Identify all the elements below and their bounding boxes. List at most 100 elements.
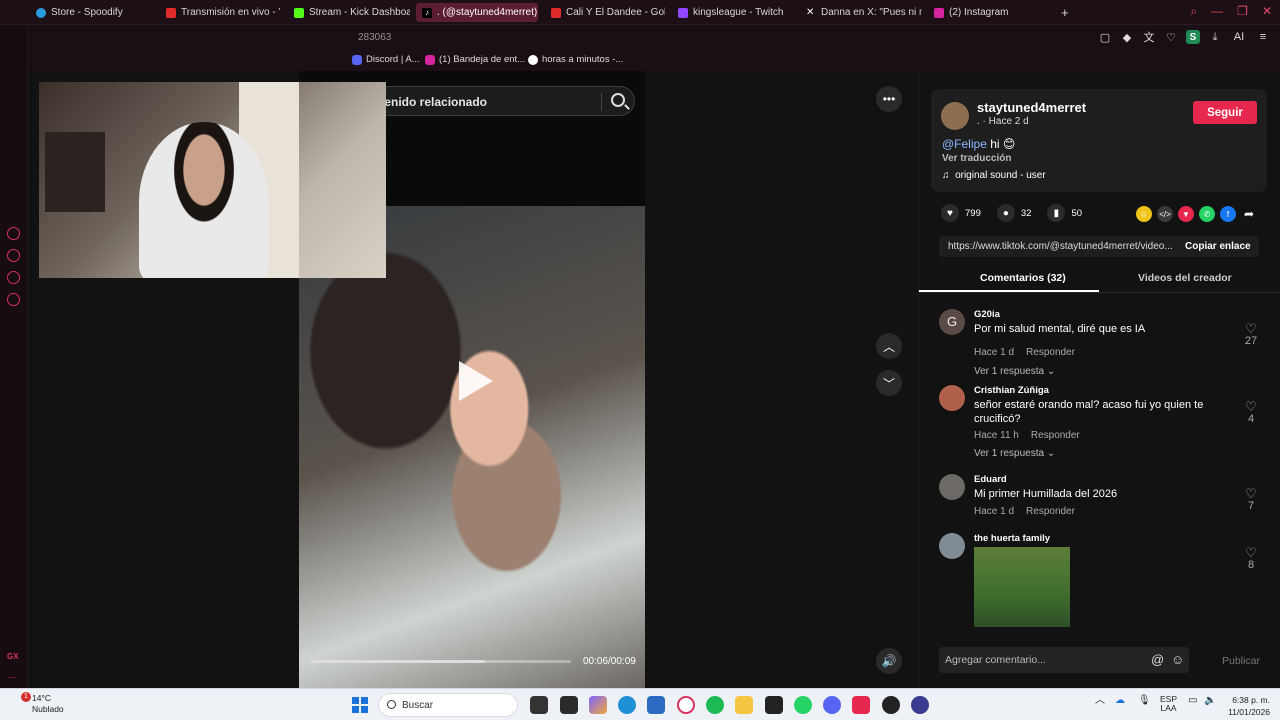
comment-like-button[interactable]: ♡ 4 bbox=[1239, 400, 1263, 425]
video-player[interactable] bbox=[299, 206, 645, 688]
tab-x[interactable]: ✕ Danna en X: "Pues ni mo bbox=[800, 3, 922, 22]
copilot-icon[interactable] bbox=[589, 696, 607, 714]
comment-avatar[interactable]: G bbox=[939, 309, 965, 335]
search-icon[interactable] bbox=[611, 93, 625, 107]
comment-image[interactable] bbox=[974, 547, 1070, 627]
translate-icon[interactable]: 文 bbox=[1142, 30, 1156, 44]
tab-tiktok[interactable]: ♪. (@staytuned4merret) | T bbox=[416, 3, 538, 22]
profile-avatar[interactable]: S bbox=[1186, 30, 1200, 44]
tab-spoodify[interactable]: Store - Spoodify bbox=[30, 3, 150, 22]
tab-comments[interactable]: Comentarios (32) bbox=[980, 272, 1066, 284]
tray-overflow-icon[interactable]: ︿ bbox=[1095, 696, 1105, 706]
view-replies-button[interactable]: Ver 1 respuesta ⌄ bbox=[974, 448, 1055, 459]
capcut-icon[interactable] bbox=[560, 696, 578, 714]
minimize-icon[interactable]: — bbox=[1211, 4, 1223, 19]
tiktok-app-icon[interactable] bbox=[852, 696, 870, 714]
close-icon[interactable]: ✕ bbox=[1262, 4, 1272, 19]
file-explorer-icon[interactable] bbox=[735, 696, 753, 714]
extensions-icon[interactable] bbox=[7, 271, 20, 284]
taskbar-search[interactable]: Buscar bbox=[378, 693, 518, 717]
like-button[interactable]: ♥ 799 bbox=[941, 204, 981, 222]
shield-icon[interactable]: ◆ bbox=[1120, 30, 1134, 44]
comment-button[interactable]: ● 32 bbox=[996, 204, 1031, 222]
comment-username[interactable]: the huerta family bbox=[974, 533, 1050, 544]
app-icon[interactable] bbox=[911, 696, 929, 714]
bookmark-hours-minutes[interactable]: horas a minutos -... bbox=[528, 54, 623, 65]
tab-kick-dashboard[interactable]: Stream - Kick Dashboard bbox=[288, 3, 410, 22]
tab-twitch[interactable]: kingsleague - Twitch bbox=[672, 3, 792, 22]
ai-button[interactable]: AI bbox=[1230, 30, 1248, 44]
mention-link[interactable]: @Felipe bbox=[942, 137, 987, 151]
sound-link[interactable]: ♫ original sound - user bbox=[942, 170, 1046, 181]
maximize-icon[interactable]: ❐ bbox=[1237, 4, 1248, 19]
gx-label[interactable]: GX bbox=[7, 652, 19, 661]
comment-like-button[interactable]: ♡ 27 bbox=[1239, 322, 1263, 347]
send-icon[interactable]: ▼ bbox=[1178, 206, 1194, 222]
new-tab-button[interactable]: + bbox=[1055, 3, 1073, 22]
previous-video-button[interactable]: ︿ bbox=[876, 333, 902, 359]
history-icon[interactable] bbox=[7, 249, 20, 262]
comment-avatar[interactable] bbox=[939, 385, 965, 411]
related-search-input[interactable]: contenido relacionado bbox=[358, 86, 635, 116]
tab-youtube-song[interactable]: Cali Y El Dandee - Gol - Y bbox=[545, 3, 665, 22]
network-icon[interactable]: ▭ bbox=[1188, 696, 1197, 706]
video-progress-bar[interactable] bbox=[310, 660, 571, 663]
embed-icon[interactable]: </> bbox=[1157, 206, 1173, 222]
tab-youtube-live[interactable]: Transmisión en vivo - You bbox=[160, 3, 280, 22]
system-clock[interactable]: 6:38 p. m. 11/01/2026 bbox=[1224, 694, 1270, 718]
spotify-icon[interactable] bbox=[706, 696, 724, 714]
store-icon[interactable] bbox=[647, 696, 665, 714]
add-comment-input[interactable]: Agregar comentario... @ ☺ bbox=[939, 647, 1189, 673]
search-tabs-icon[interactable]: ⌕ bbox=[1190, 4, 1197, 19]
comment-like-button[interactable]: ♡ 8 bbox=[1239, 546, 1263, 571]
save-button[interactable]: ▮ 50 bbox=[1047, 204, 1082, 222]
language-indicator[interactable]: ESP LAA bbox=[1160, 695, 1177, 713]
comment-avatar[interactable] bbox=[939, 533, 965, 559]
volume-icon[interactable]: 🔈 bbox=[1204, 696, 1216, 706]
comment-like-button[interactable]: ♡ 7 bbox=[1239, 487, 1263, 512]
player-icon[interactable] bbox=[7, 227, 20, 240]
microphone-icon[interactable]: 🎙 bbox=[1138, 696, 1151, 706]
opera-gx-icon[interactable] bbox=[677, 696, 695, 714]
onedrive-icon[interactable]: ☁ bbox=[1115, 696, 1125, 706]
snapshot-icon[interactable]: ▢ bbox=[1098, 30, 1112, 44]
friends-icon[interactable]: ☺ bbox=[1136, 206, 1152, 222]
edge-icon[interactable] bbox=[618, 696, 636, 714]
discord-icon[interactable] bbox=[823, 696, 841, 714]
play-icon[interactable] bbox=[459, 361, 493, 401]
comment-username[interactable]: Cristhian Zúñiga bbox=[974, 385, 1049, 396]
task-view-icon[interactable] bbox=[530, 696, 548, 714]
comment-avatar[interactable] bbox=[939, 474, 965, 500]
obs-icon[interactable] bbox=[882, 696, 900, 714]
next-video-button[interactable]: ﹀ bbox=[876, 370, 902, 396]
more-icon[interactable]: ... bbox=[8, 670, 16, 681]
bookmark-inbox[interactable]: (1) Bandeja de ent... bbox=[425, 54, 525, 65]
settings-icon[interactable] bbox=[7, 293, 20, 306]
share-arrow-icon[interactable]: ➦ bbox=[1241, 206, 1257, 222]
more-options-button[interactable]: ••• bbox=[876, 86, 902, 112]
author-name[interactable]: staytuned4merret bbox=[977, 100, 1086, 115]
weather-widget[interactable]: 1 14°C Nublado bbox=[14, 692, 64, 715]
heart-icon[interactable]: ♡ bbox=[1164, 30, 1178, 44]
reply-button[interactable]: Responder bbox=[1026, 506, 1075, 517]
copy-link-button[interactable]: Copiar enlace bbox=[1185, 241, 1251, 252]
comment-username[interactable]: Eduard bbox=[974, 474, 1007, 485]
epic-games-icon[interactable] bbox=[765, 696, 783, 714]
see-translation-link[interactable]: Ver traducción bbox=[942, 153, 1011, 164]
tab-instagram[interactable]: (2) Instagram bbox=[928, 3, 1048, 22]
facebook-icon[interactable]: f bbox=[1220, 206, 1236, 222]
download-icon[interactable]: ⤓ bbox=[1208, 30, 1222, 44]
publish-button[interactable]: Publicar bbox=[1222, 655, 1260, 667]
address-url[interactable]: 283063 bbox=[358, 32, 391, 43]
whatsapp-icon[interactable]: ✆ bbox=[1199, 206, 1215, 222]
whatsapp-icon[interactable] bbox=[794, 696, 812, 714]
menu-icon[interactable]: ≡ bbox=[1256, 30, 1270, 44]
emoji-icon[interactable]: ☺ bbox=[1171, 652, 1184, 667]
bookmark-discord[interactable]: Discord | A... bbox=[352, 54, 420, 65]
reply-button[interactable]: Responder bbox=[1026, 347, 1075, 358]
author-avatar[interactable] bbox=[941, 102, 969, 130]
comment-username[interactable]: G20ia bbox=[974, 309, 1000, 320]
volume-button[interactable]: 🔊 bbox=[876, 648, 902, 674]
tab-creator-videos[interactable]: Videos del creador bbox=[1138, 272, 1232, 284]
reply-button[interactable]: Responder bbox=[1031, 430, 1080, 441]
